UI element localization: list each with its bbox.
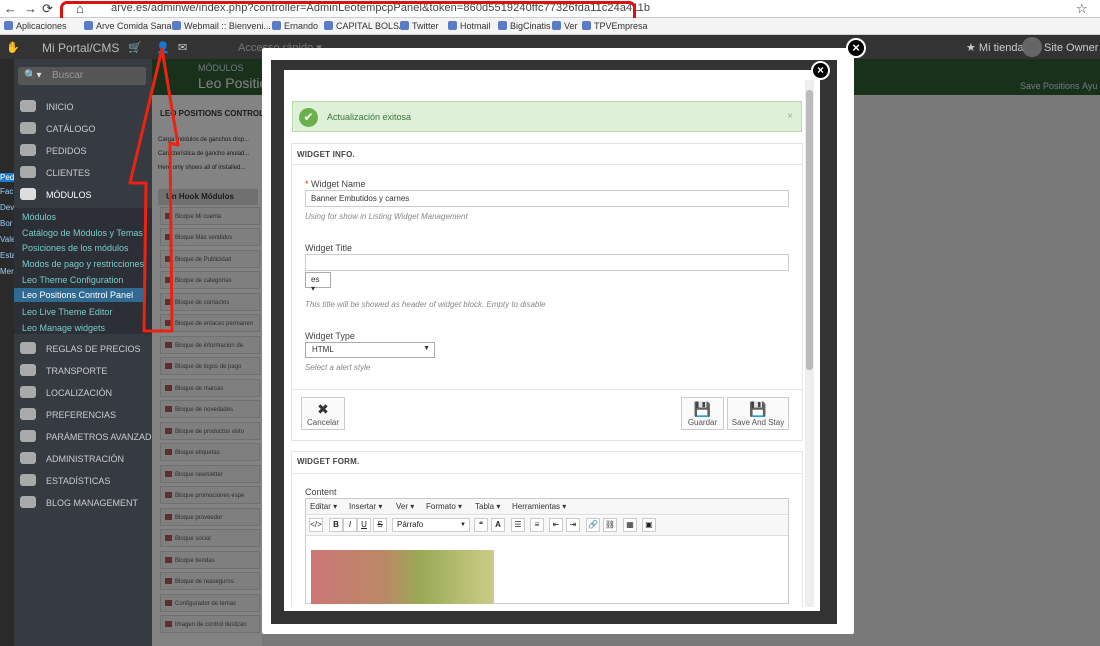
menu-edit[interactable]: Editar ▾: [310, 502, 337, 511]
avatar[interactable]: [1022, 37, 1042, 57]
scrollbar-thumb[interactable]: [806, 90, 813, 370]
bold-icon[interactable]: B: [329, 518, 343, 532]
widget-form-title: WIDGET FORM.: [297, 457, 360, 466]
sidebar-item[interactable]: Parámetros avanzados: [46, 432, 165, 442]
sidebar-item[interactable]: Administración: [46, 454, 124, 464]
success-alert: ✔ Actualización exitosa ×: [292, 101, 802, 132]
link-icon[interactable]: 🔗: [586, 518, 600, 532]
submenu-item[interactable]: Leo Theme Configuration: [22, 275, 123, 285]
bookmark-item[interactable]: TPVEmpresa: [582, 21, 648, 31]
banner-image[interactable]: [311, 550, 494, 604]
image-icon[interactable]: ▣: [642, 518, 656, 532]
bookmark-item[interactable]: Arve Comida Sana: [84, 21, 172, 31]
outer-close-icon[interactable]: ×: [846, 38, 866, 58]
my-shop-link[interactable]: ★ Mi tienda: [966, 41, 1024, 54]
menu-format[interactable]: Formato ▾: [426, 502, 462, 511]
forward-icon[interactable]: →: [24, 1, 37, 16]
brand-title[interactable]: Mi Portal/CMS: [42, 41, 119, 55]
sidebar-item[interactable]: Clientes: [46, 168, 90, 178]
outdent-icon[interactable]: ⇤: [549, 518, 563, 532]
menu-view[interactable]: Ver ▾: [396, 502, 414, 511]
floppy-icon: 💾: [693, 401, 712, 417]
unlink-icon[interactable]: ⛓: [603, 518, 617, 532]
back-icon[interactable]: ←: [4, 1, 17, 16]
submenu-item-active[interactable]: Leo Positions Control Panel: [14, 288, 144, 302]
content-label: Content: [305, 487, 337, 497]
cancel-button[interactable]: ✖ Cancelar: [301, 397, 345, 430]
sidebar-item[interactable]: Módulos: [46, 190, 92, 200]
editor-toolbar: </> B I U S Párrafo ▼ ❝ A ☰ ≡ ⇤ ⇥ 🔗 ⛓ ▦ ▣: [306, 516, 788, 536]
widget-title-label: Widget Title: [305, 243, 353, 253]
success-message: Actualización exitosa: [327, 112, 412, 122]
bookmark-item[interactable]: Hotmail: [448, 21, 491, 31]
sidebar-item[interactable]: Catálogo: [46, 124, 95, 134]
blockquote-icon[interactable]: ❝: [474, 518, 488, 532]
indent-icon[interactable]: ⇥: [566, 518, 580, 532]
search-input[interactable]: Buscar: [52, 70, 83, 81]
bullet-list-icon[interactable]: ☰: [511, 518, 525, 532]
submenu-item[interactable]: Posiciones de los módulos: [22, 243, 129, 253]
strikethrough-icon[interactable]: S: [373, 518, 387, 532]
sidebar-item[interactable]: Localización: [46, 388, 112, 398]
dropdown-icon: ▼: [423, 345, 430, 352]
menu-table[interactable]: Tabla ▾: [475, 502, 500, 511]
editor-menubar: Editar ▾ Insertar ▾ Ver ▾ Formato ▾ Tabl…: [306, 499, 788, 515]
save-and-stay-button[interactable]: 💾 Save And Stay: [727, 397, 789, 430]
submenu-item[interactable]: Leo Manage widgets: [22, 323, 105, 333]
language-select[interactable]: es ▾: [305, 272, 331, 293]
text-color-icon[interactable]: A: [491, 518, 505, 532]
owner-menu[interactable]: Site Owner ▾: [1044, 41, 1100, 54]
bookmarks-bar: Aplicaciones Arve Comida Sana Webmail ::…: [0, 18, 1100, 35]
widget-name-input[interactable]: Banner Embutidos y carnes: [305, 190, 789, 207]
submenu-item[interactable]: Catálogo de Módulos y Temas: [22, 228, 143, 238]
bookmark-star-icon[interactable]: ☆: [1076, 1, 1088, 17]
sidebar-item[interactable]: Estadísticas: [46, 476, 110, 486]
submenu-item[interactable]: Módulos: [22, 212, 56, 222]
annotation-arrow: [128, 47, 180, 333]
widget-type-hint: Select a alert style: [305, 363, 371, 372]
modal-close-icon[interactable]: ×: [811, 61, 830, 80]
sidebar-item[interactable]: Pedidos: [46, 146, 87, 156]
submenu-item[interactable]: Leo Live Theme Editor: [22, 307, 112, 317]
bookmark-item[interactable]: Ver: [552, 21, 578, 31]
media-icon[interactable]: ▦: [623, 518, 637, 532]
sidebar-item[interactable]: Transporte: [46, 366, 107, 376]
bookmark-item[interactable]: Twitter: [400, 21, 439, 31]
menu-insert[interactable]: Insertar ▾: [349, 502, 382, 511]
widget-name-label: * Widget Name: [305, 179, 366, 189]
floppy-icon: 💾: [749, 401, 767, 417]
bookmark-item[interactable]: CAPITAL BOLSA: [324, 21, 405, 31]
paragraph-select[interactable]: Párrafo ▼: [392, 518, 470, 532]
bookmark-item[interactable]: Ernando: [272, 21, 318, 31]
numbered-list-icon[interactable]: ≡: [530, 518, 544, 532]
reload-icon[interactable]: ⟳: [42, 1, 53, 17]
italic-icon[interactable]: I: [343, 518, 357, 532]
widget-title-input[interactable]: [305, 254, 789, 271]
logo-icon: ✋: [6, 42, 20, 54]
sidebar-item[interactable]: Preferencias: [46, 410, 116, 420]
sidebar-item[interactable]: Reglas de precios: [46, 344, 141, 354]
underline-icon[interactable]: U: [357, 518, 371, 532]
sidebar-item[interactable]: Inicio: [46, 102, 74, 112]
alert-close-icon[interactable]: ×: [787, 111, 793, 122]
check-icon: ✔: [299, 108, 318, 127]
save-button[interactable]: 💾 Guardar: [681, 397, 724, 430]
bookmark-item[interactable]: Webmail :: Bienveni...: [172, 21, 271, 31]
widget-type-select[interactable]: HTML ▼: [305, 342, 435, 358]
background-window-strip: Ped Fac Dev Bor Vale Esta Mer: [0, 59, 16, 646]
source-code-icon[interactable]: </>: [309, 518, 323, 532]
widget-info-title: WIDGET INFO.: [297, 150, 355, 159]
close-icon: ✖: [317, 401, 329, 417]
widget-name-hint: Using for show in Listing Widget Managem…: [305, 212, 468, 221]
widget-title-hint: This title will be showed as header of w…: [305, 300, 546, 309]
widget-type-label: Widget Type: [305, 331, 355, 341]
bookmark-item[interactable]: Aplicaciones: [4, 21, 67, 31]
bookmark-item[interactable]: BigCinatis: [498, 21, 551, 31]
sidebar-item[interactable]: Blog Management: [46, 498, 138, 508]
search-icon: 🔍▾: [24, 70, 42, 81]
menu-tools[interactable]: Herramientas ▾: [512, 502, 566, 511]
